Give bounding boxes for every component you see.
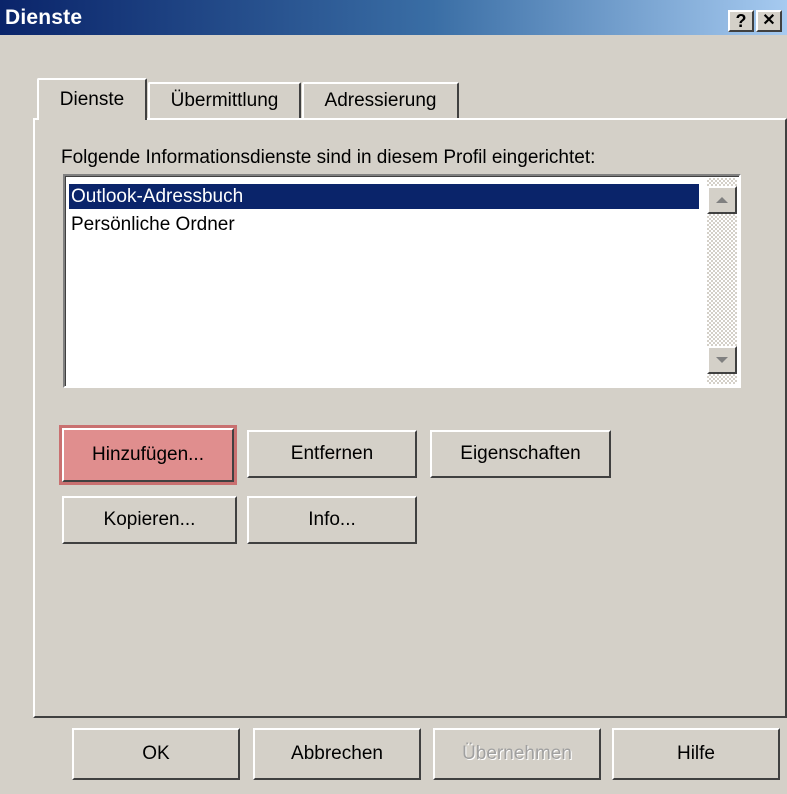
arrow-down-icon xyxy=(716,357,728,363)
list-item-outlook-adressbuch[interactable]: Outlook-Adressbuch xyxy=(69,184,699,209)
add-button[interactable]: Hinzufügen... xyxy=(59,425,237,485)
close-icon[interactable]: ✕ xyxy=(756,10,782,32)
vertical-scrollbar[interactable] xyxy=(707,178,737,384)
help-icon[interactable]: ? xyxy=(728,10,754,32)
scroll-down-button[interactable] xyxy=(707,346,737,374)
apply-button[interactable]: Übernehmen xyxy=(433,728,601,780)
services-listbox[interactable]: Outlook-Adressbuch Persönliche Ordner xyxy=(63,174,741,388)
properties-button[interactable]: Eigenschaften xyxy=(430,430,611,478)
remove-button[interactable]: Entfernen xyxy=(247,430,417,478)
cancel-button[interactable]: Abbrechen xyxy=(253,728,421,780)
tab-dienste[interactable]: Dienste xyxy=(37,78,147,120)
arrow-up-icon xyxy=(716,197,728,203)
scroll-up-button[interactable] xyxy=(707,186,737,214)
window-title: Dienste xyxy=(5,6,83,29)
list-item-persoenliche-ordner[interactable]: Persönliche Ordner xyxy=(69,212,699,237)
tab-adressierung[interactable]: Adressierung xyxy=(302,82,459,118)
title-bar[interactable]: Dienste ? ✕ xyxy=(0,0,787,35)
tab-uebermittlung[interactable]: Übermittlung xyxy=(148,82,301,118)
help-button[interactable]: Hilfe xyxy=(612,728,780,780)
copy-button[interactable]: Kopieren... xyxy=(62,496,237,544)
ok-button[interactable]: OK xyxy=(72,728,240,780)
services-prompt: Folgende Informationsdienste sind in die… xyxy=(61,147,596,168)
info-button[interactable]: Info... xyxy=(247,496,417,544)
